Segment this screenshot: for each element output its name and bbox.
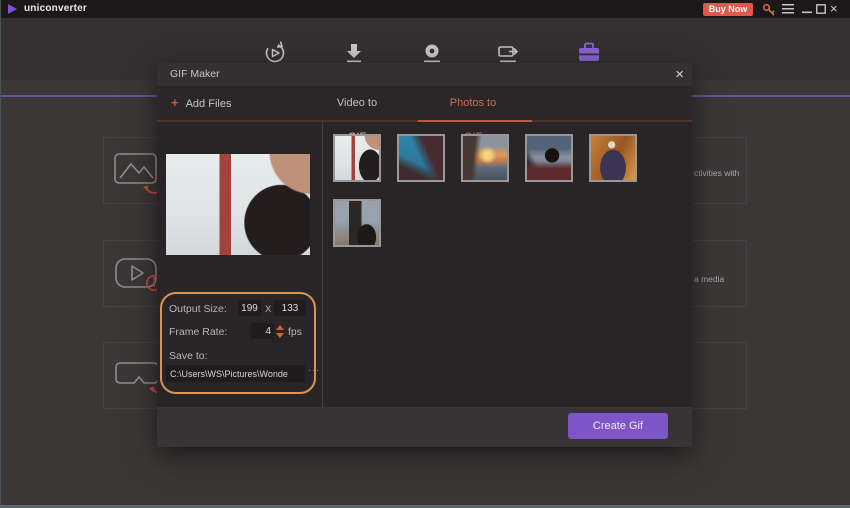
size-separator: X bbox=[265, 304, 272, 315]
photo-thumbnail-4[interactable] bbox=[525, 134, 573, 182]
stepper-down-icon[interactable] bbox=[276, 333, 284, 338]
minimize-icon[interactable] bbox=[802, 4, 812, 14]
output-size-label: Output Size: bbox=[169, 303, 227, 315]
buy-now-button[interactable]: Buy Now bbox=[703, 3, 753, 16]
fps-unit-label: fps bbox=[288, 326, 303, 338]
titlebar: uniconverter Buy Now × bbox=[0, 0, 850, 18]
add-files-label: Add Files bbox=[185, 98, 232, 110]
active-tab-indicator bbox=[418, 120, 532, 122]
plus-icon: + bbox=[171, 95, 179, 110]
dialog-header: GIF Maker × bbox=[157, 63, 692, 86]
app-logo-icon bbox=[8, 4, 17, 14]
stepper-up-icon[interactable] bbox=[276, 325, 284, 330]
menu-icon[interactable] bbox=[782, 4, 794, 14]
tab-video-to-gif[interactable]: Video to GIF bbox=[327, 86, 387, 143]
gif-maker-dialog: GIF Maker × + Add Files Video to GIF Phot… bbox=[157, 63, 692, 447]
save-to-label: Save to: bbox=[169, 350, 208, 362]
app-name: uniconverter bbox=[24, 3, 87, 14]
close-icon[interactable]: × bbox=[830, 0, 838, 18]
photo-thumbnail-5[interactable] bbox=[589, 134, 637, 182]
dialog-tabbar bbox=[157, 86, 692, 120]
browse-button[interactable]: ... bbox=[308, 362, 320, 374]
dialog-title: GIF Maker bbox=[170, 68, 220, 80]
dialog-close-icon[interactable]: × bbox=[675, 63, 684, 86]
tab-photos-to-gif[interactable]: Photos to GIF bbox=[440, 86, 506, 143]
frame-rate-label: Frame Rate: bbox=[169, 326, 228, 338]
frame-rate-input[interactable] bbox=[251, 323, 274, 339]
card-description-fragment: a media bbox=[694, 274, 725, 284]
maximize-icon[interactable] bbox=[816, 4, 826, 14]
photo-thumbnail-2[interactable] bbox=[397, 134, 445, 182]
photo-thumbnail-6[interactable] bbox=[333, 199, 381, 247]
panel-divider bbox=[322, 122, 323, 407]
save-path-input[interactable] bbox=[166, 365, 305, 382]
photo-thumbnail-3[interactable] bbox=[461, 134, 509, 182]
card-description-fragment: ctivities with bbox=[694, 168, 740, 178]
add-files-button[interactable]: + Add Files bbox=[171, 86, 231, 120]
preview-image bbox=[166, 154, 310, 255]
photo-thumbnail-1[interactable] bbox=[333, 134, 381, 182]
output-width-input[interactable] bbox=[238, 300, 261, 316]
create-gif-button[interactable]: Create Gif bbox=[568, 413, 668, 439]
window-edge-left bbox=[0, 0, 1, 508]
frame-rate-stepper[interactable] bbox=[276, 325, 284, 338]
output-height-input[interactable] bbox=[274, 300, 306, 316]
uniconverter-window: uniconverter Buy Now × Convert bbox=[0, 0, 850, 508]
register-key-icon[interactable] bbox=[762, 3, 776, 16]
